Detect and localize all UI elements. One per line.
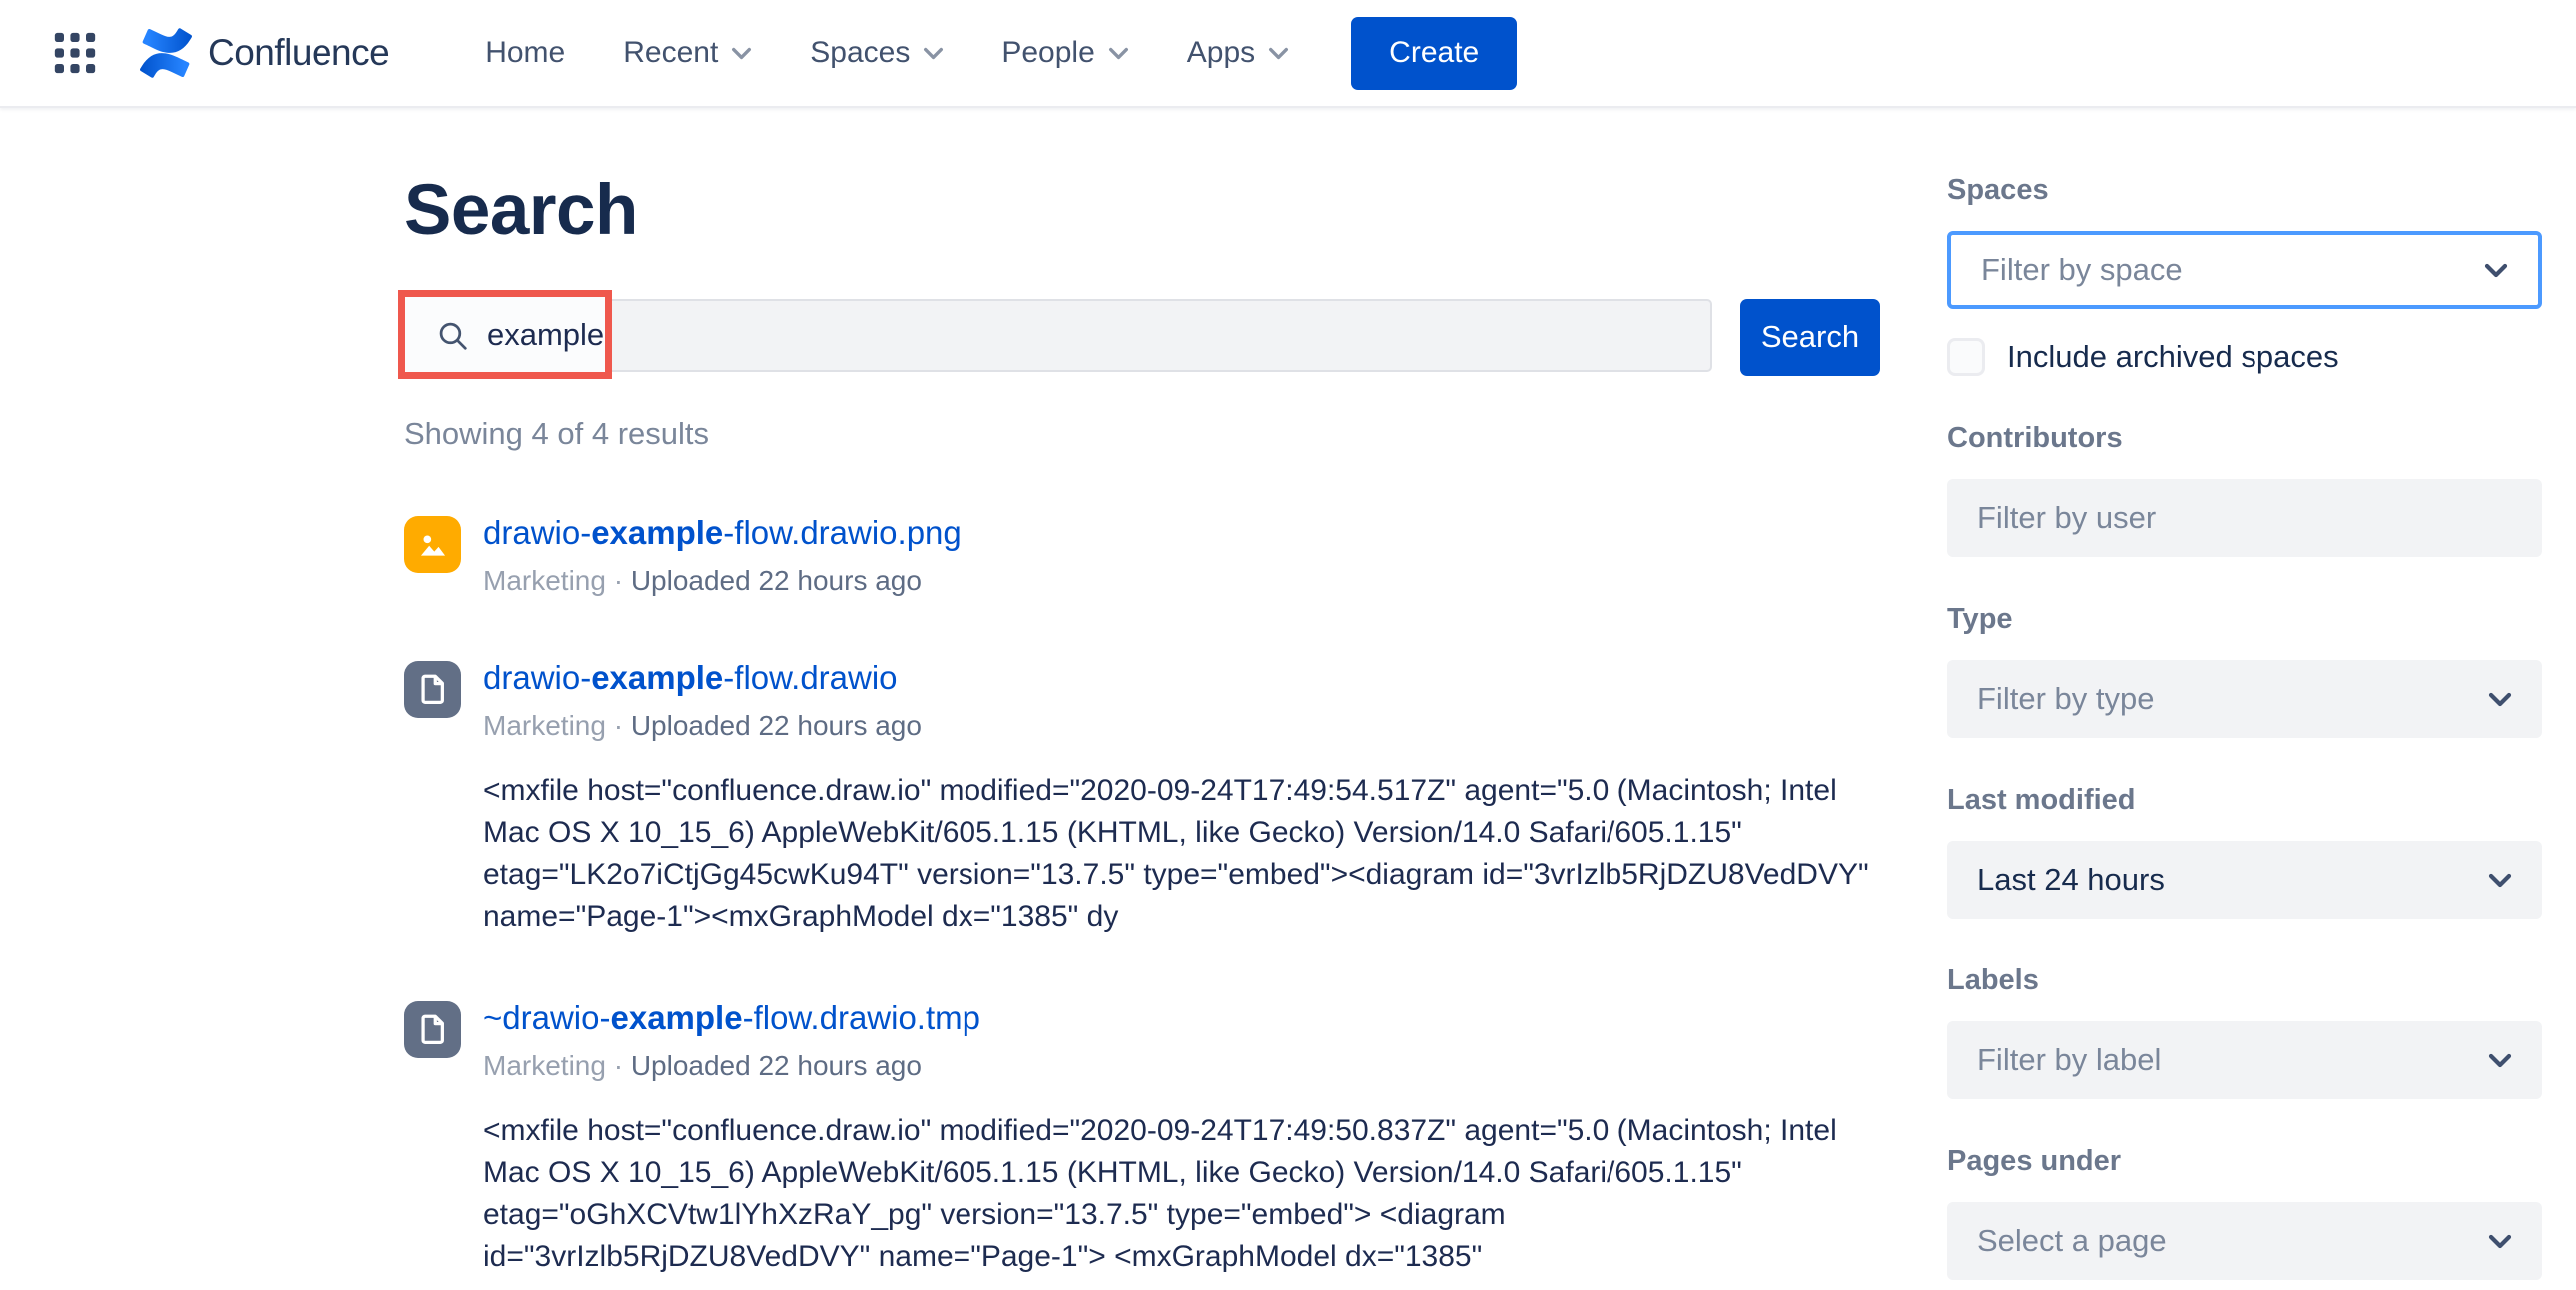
filter-by-label-select[interactable]: Filter by label <box>1947 1021 2542 1099</box>
chevron-down-icon <box>2488 1234 2512 1249</box>
filter-by-space-select[interactable]: Filter by space <box>1947 231 2542 309</box>
result-body: drawio-example-flow.drawio Marketing · U… <box>483 659 1882 938</box>
result-space: Marketing <box>483 1050 606 1081</box>
result-type-icon <box>404 661 461 718</box>
result-type-icon <box>404 516 461 573</box>
last-modified-value: Last 24 hours <box>1977 862 2165 898</box>
create-button[interactable]: Create <box>1351 17 1517 90</box>
search-query-text: example <box>487 318 604 353</box>
chevron-down-icon <box>2488 692 2512 707</box>
results-list: drawio-example-flow.drawio.png Marketing… <box>404 514 1882 1290</box>
confluence-search-page: Confluence Home Recent Spaces People Apps… <box>0 0 2576 1290</box>
result-type-icon <box>404 1001 461 1058</box>
brand-name: Confluence <box>208 32 389 74</box>
meta-separator: · <box>614 1050 631 1081</box>
chevron-down-icon <box>2484 263 2508 278</box>
result-meta: Marketing · Uploaded 22 hours ago <box>483 565 962 597</box>
filter-label-labels: Labels <box>1947 965 2542 997</box>
search-result-row: ~drawio-example-flow.drawio.tmp Marketin… <box>404 999 1882 1278</box>
result-space: Marketing <box>483 565 606 596</box>
confluence-brand[interactable]: Confluence <box>140 28 389 78</box>
chevron-down-icon <box>1108 47 1129 60</box>
filter-by-user-placeholder: Filter by user <box>1977 500 2156 536</box>
search-main-column: Search example Search Showing 4 of 4 res… <box>404 108 1882 1290</box>
search-input[interactable]: example <box>404 299 1712 372</box>
archived-spaces-row: Include archived spaces <box>1947 338 2542 376</box>
filter-label-spaces: Spaces <box>1947 174 2542 207</box>
filter-by-type-placeholder: Filter by type <box>1977 681 2154 717</box>
filter-by-type-select[interactable]: Filter by type <box>1947 660 2542 738</box>
filter-label-pages-under: Pages under <box>1947 1145 2542 1178</box>
search-row: example Search <box>404 299 1882 376</box>
result-uploaded: Uploaded 22 hours ago <box>631 1050 922 1081</box>
nav-item-people[interactable]: People <box>1001 36 1128 70</box>
filter-by-label-placeholder: Filter by label <box>1977 1042 2161 1078</box>
result-space: Marketing <box>483 710 606 741</box>
nav-item-home[interactable]: Home <box>485 36 565 70</box>
search-button[interactable]: Search <box>1740 299 1880 376</box>
chevron-down-icon <box>2488 873 2512 888</box>
document-file-icon <box>416 1012 450 1046</box>
grid-icon <box>53 31 97 75</box>
result-title-link[interactable]: drawio-example-flow.drawio.png <box>483 514 962 552</box>
search-result-row: drawio-example-flow.drawio Marketing · U… <box>404 659 1882 938</box>
result-uploaded: Uploaded 22 hours ago <box>631 710 922 741</box>
result-body: drawio-example-flow.drawio.png Marketing… <box>483 514 962 597</box>
nav-item-label: Home <box>485 36 565 70</box>
include-archived-label: Include archived spaces <box>2007 339 2339 375</box>
meta-separator: · <box>614 710 631 741</box>
document-file-icon <box>416 672 450 706</box>
result-meta: Marketing · Uploaded 22 hours ago <box>483 1050 1882 1082</box>
nav-item-label: Spaces <box>810 36 910 70</box>
confluence-logo-icon <box>140 28 192 78</box>
meta-separator: · <box>614 565 631 596</box>
search-result-row: drawio-example-flow.drawio.png Marketing… <box>404 514 1882 597</box>
result-excerpt: <mxfile host="confluence.draw.io" modifi… <box>483 1110 1882 1278</box>
filter-label-last-modified: Last modified <box>1947 784 2542 817</box>
filter-by-user-input[interactable]: Filter by user <box>1947 479 2542 557</box>
chevron-down-icon <box>923 47 944 60</box>
filters-sidebar: Spaces Filter by space Include archived … <box>1947 108 2542 1280</box>
nav-item-label: Apps <box>1187 36 1255 70</box>
chevron-down-icon <box>2488 1053 2512 1068</box>
result-title-link[interactable]: drawio-example-flow.drawio <box>483 659 1882 697</box>
result-uploaded: Uploaded 22 hours ago <box>631 565 922 596</box>
nav-item-recent[interactable]: Recent <box>623 36 752 70</box>
pages-under-select[interactable]: Select a page <box>1947 1202 2542 1280</box>
nav-item-label: Recent <box>623 36 718 70</box>
last-modified-select[interactable]: Last 24 hours <box>1947 841 2542 919</box>
nav-links: Home Recent Spaces People Apps <box>485 36 1289 70</box>
chevron-down-icon <box>1268 47 1289 60</box>
nav-item-spaces[interactable]: Spaces <box>810 36 944 70</box>
result-body: ~drawio-example-flow.drawio.tmp Marketin… <box>483 999 1882 1278</box>
results-summary: Showing 4 of 4 results <box>404 416 1882 452</box>
result-title-link[interactable]: ~drawio-example-flow.drawio.tmp <box>483 999 1882 1037</box>
pages-under-placeholder: Select a page <box>1977 1223 2167 1259</box>
app-switcher-icon[interactable] <box>52 30 98 76</box>
result-excerpt: <mxfile host="confluence.draw.io" modifi… <box>483 770 1882 938</box>
include-archived-checkbox[interactable] <box>1947 338 1985 376</box>
filter-label-contributors: Contributors <box>1947 422 2542 455</box>
chevron-down-icon <box>731 47 752 60</box>
result-meta: Marketing · Uploaded 22 hours ago <box>483 710 1882 742</box>
top-navbar: Confluence Home Recent Spaces People Apps… <box>0 0 2576 108</box>
nav-item-label: People <box>1001 36 1094 70</box>
search-icon <box>436 320 469 352</box>
nav-item-apps[interactable]: Apps <box>1187 36 1289 70</box>
image-file-icon <box>416 528 450 562</box>
page-title: Search <box>404 170 1882 251</box>
filter-label-type: Type <box>1947 603 2542 636</box>
filter-by-space-placeholder: Filter by space <box>1981 252 2183 288</box>
